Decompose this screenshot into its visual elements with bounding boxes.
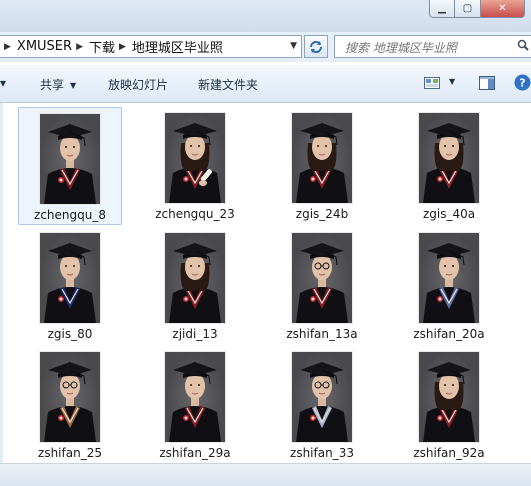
breadcrumb-separator-icon[interactable]: ▶ [76,42,83,52]
file-tile[interactable]: zchengqu_23 [143,107,247,225]
breadcrumb-downloads[interactable]: 下载 [89,37,115,56]
file-tile[interactable]: zchengqu_8 [18,107,122,225]
file-tile[interactable]: zshifan_29a [143,346,247,464]
explorer-window: ▁ ▢ ✕ ▶ XMUSER ▶ 下载 ▶ 地理城区毕业照 ▼ 搜索 地理城区毕… [0,0,531,486]
file-tile[interactable]: zshifan_20a [397,227,501,345]
share-dropdown-icon: ▼ [70,81,77,90]
image-thumbnail [292,113,352,203]
file-name-label: zchengqu_23 [155,207,235,221]
breadcrumb-separator-icon[interactable]: ▶ [4,42,11,52]
file-name-label: zshifan_13a [286,327,358,341]
breadcrumb-current-folder[interactable]: 地理城区毕业照 [132,37,223,56]
file-name-label: zgis_40a [422,207,476,221]
view-options-dropdown-icon[interactable]: ▼ [449,77,455,86]
slideshow-button[interactable]: 放映幻灯片 [108,76,168,93]
organize-dropdown-arrow-icon[interactable]: ▾ [0,76,6,90]
address-bar[interactable]: ▶ XMUSER ▶ 下载 ▶ 地理城区毕业照 ▼ [0,35,302,58]
breadcrumb-xmuser[interactable]: XMUSER [17,39,72,54]
image-thumbnail [292,352,352,442]
file-name-label: zgis_80 [47,327,93,341]
file-tile[interactable]: zjidi_13 [143,227,247,345]
new-folder-button[interactable]: 新建文件夹 [198,76,258,93]
file-tile[interactable]: zshifan_25 [18,346,122,464]
image-thumbnail [419,233,479,323]
window-controls: ▁ ▢ ✕ [429,0,525,18]
file-grid: zchengqu_8 zchengqu_23 zgis_24b zgis_40azgi… [0,103,531,463]
image-thumbnail [165,233,225,323]
breadcrumb-separator-icon[interactable]: ▶ [119,42,126,52]
image-thumbnail [419,113,479,203]
address-history-dropdown-icon[interactable]: ▼ [290,41,297,51]
search-icon[interactable] [517,39,529,51]
image-thumbnail [292,233,352,323]
file-name-label: zgis_24b [295,207,349,221]
address-row: ▶ XMUSER ▶ 下载 ▶ 地理城区毕业照 ▼ [0,32,531,62]
file-tile[interactable]: zgis_80 [18,227,122,345]
image-thumbnail [419,352,479,442]
file-tile[interactable]: zshifan_13a [270,227,374,345]
file-name-label: zshifan_33 [290,446,354,460]
image-thumbnail [40,114,100,204]
svg-text:?: ? [519,77,525,90]
close-button[interactable]: ✕ [481,0,525,18]
preview-pane-icon[interactable] [479,76,495,90]
image-thumbnail [40,352,100,442]
file-tile[interactable]: zgis_24b [270,107,374,225]
share-menu-button[interactable]: 共享 ▼ [40,76,76,93]
search-input[interactable] [334,35,531,58]
minimize-button[interactable]: ▁ [429,0,455,18]
image-thumbnail [40,233,100,323]
change-view-icon[interactable] [424,77,440,89]
image-thumbnail [165,113,225,203]
refresh-button[interactable] [304,35,328,58]
file-tile[interactable]: zshifan_33 [270,346,374,464]
file-name-label: zshifan_92a [413,446,485,460]
help-icon[interactable]: ? [514,74,531,91]
file-name-label: zchengqu_8 [34,208,106,222]
command-bar: ▾ 共享 ▼ 放映幻灯片 新建文件夹 ▼ ? [0,65,531,103]
status-bar [0,463,531,486]
title-bar: ▁ ▢ ✕ [0,0,531,32]
image-thumbnail [165,352,225,442]
maximize-button[interactable]: ▢ [455,0,481,18]
file-name-label: zshifan_29a [159,446,231,460]
file-name-label: zshifan_20a [413,327,485,341]
file-name-label: zjidi_13 [172,327,218,341]
file-tile[interactable]: zshifan_92a [397,346,501,464]
refresh-icon [310,40,322,53]
share-label: 共享 [40,78,65,92]
file-name-label: zshifan_25 [38,446,102,460]
file-tile[interactable]: zgis_40a [397,107,501,225]
